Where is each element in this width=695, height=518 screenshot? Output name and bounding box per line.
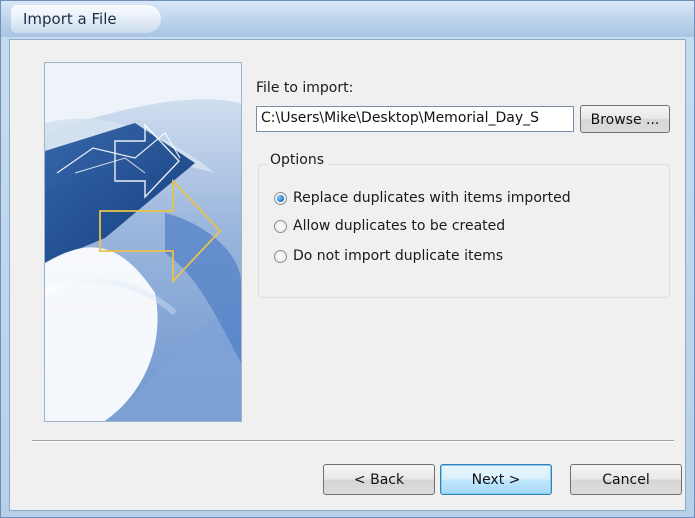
title-bar[interactable]: Import a File <box>1 1 694 37</box>
file-path-input[interactable]: C:\Users\Mike\Desktop\Memorial_Day_S <box>256 106 574 132</box>
radio-do-not-import-duplicates[interactable]: Do not import duplicate items <box>274 248 503 264</box>
radio-allow-duplicates[interactable]: Allow duplicates to be created <box>274 218 505 234</box>
radio-label: Do not import duplicate items <box>293 248 504 264</box>
radio-button-checked-icon[interactable] <box>274 191 287 205</box>
radio-label: Allow duplicates to be created <box>293 218 506 234</box>
options-legend: Options <box>266 152 329 168</box>
file-to-import-label: File to import: <box>256 80 354 96</box>
import-wizard-art-icon <box>44 62 242 422</box>
radio-label: Replace duplicates with items imported <box>293 190 571 206</box>
radio-button-icon[interactable] <box>274 249 287 263</box>
footer-separator <box>32 440 674 442</box>
back-button[interactable]: < Back <box>323 464 435 495</box>
window-title: Import a File <box>23 10 117 28</box>
browse-button[interactable]: Browse ... <box>580 105 670 133</box>
radio-replace-duplicates[interactable]: Replace duplicates with items imported <box>274 190 571 206</box>
import-file-dialog: Import a File File to import: C:\Users\M… <box>0 0 695 518</box>
radio-button-icon[interactable] <box>274 219 287 233</box>
next-button[interactable]: Next > <box>440 464 552 495</box>
cancel-button[interactable]: Cancel <box>570 464 682 495</box>
dialog-client-area: File to import: C:\Users\Mike\Desktop\Me… <box>9 39 686 511</box>
